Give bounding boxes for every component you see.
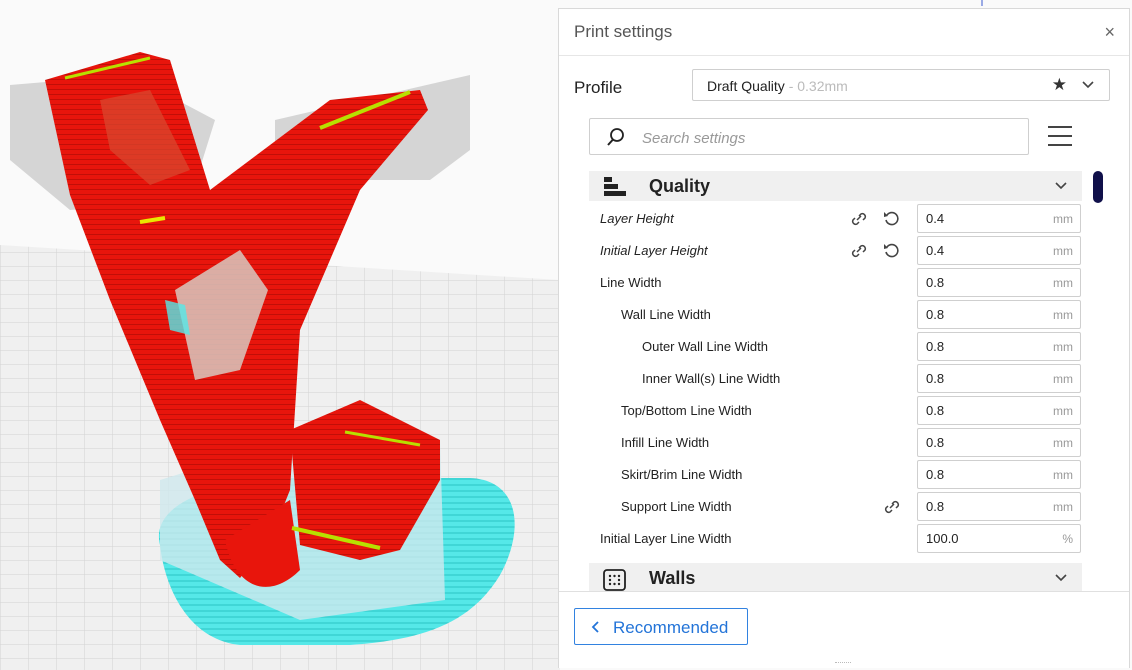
field-value: 0.8 bbox=[926, 499, 945, 514]
setting-row-initial-layer-height: Initial Layer Height 0.4 mm bbox=[589, 235, 1082, 267]
search-input[interactable] bbox=[640, 127, 1014, 149]
setting-label: Inner Wall(s) Line Width bbox=[642, 371, 781, 386]
setting-row-initial-layer-line-width: Initial Layer Line Width 100.0 % bbox=[589, 523, 1082, 555]
settings-scrollbar[interactable] bbox=[1093, 171, 1103, 203]
field-unit: mm bbox=[1053, 468, 1073, 482]
field-value: 0.8 bbox=[926, 339, 945, 354]
field-value: 0.8 bbox=[926, 467, 945, 482]
setting-row-infill-line-width: Infill Line Width 0.8 mm bbox=[589, 427, 1082, 459]
panel-header: Print settings × bbox=[559, 9, 1129, 56]
link-icon[interactable] bbox=[849, 243, 869, 259]
field-value: 0.8 bbox=[926, 307, 945, 322]
chevron-down-icon bbox=[1055, 182, 1067, 190]
field-unit: mm bbox=[1053, 276, 1073, 290]
settings-visibility-menu-icon[interactable] bbox=[1047, 125, 1073, 147]
setting-input[interactable]: 0.4 mm bbox=[917, 204, 1081, 233]
profile-name: Draft Quality bbox=[707, 78, 785, 94]
category-quality[interactable]: Quality bbox=[589, 171, 1082, 201]
field-unit: % bbox=[1062, 532, 1073, 546]
print-settings-panel: Print settings × Profile Draft Quality -… bbox=[558, 8, 1130, 668]
field-unit: mm bbox=[1053, 244, 1073, 258]
setting-label: Top/Bottom Line Width bbox=[621, 403, 752, 418]
field-value: 100.0 bbox=[926, 531, 959, 546]
field-value: 0.8 bbox=[926, 275, 945, 290]
setting-label: Outer Wall Line Width bbox=[642, 339, 768, 354]
field-unit: mm bbox=[1053, 436, 1073, 450]
category-walls[interactable]: Walls bbox=[589, 563, 1082, 591]
setting-label: Wall Line Width bbox=[621, 307, 711, 322]
setting-input[interactable]: 100.0 % bbox=[917, 524, 1081, 553]
setting-row-line-width: Line Width 0.8 mm bbox=[589, 267, 1082, 299]
setting-input[interactable]: 0.8 mm bbox=[917, 332, 1081, 361]
setting-input[interactable]: 0.8 mm bbox=[917, 268, 1081, 297]
setting-row-top-bottom-line-width: Top/Bottom Line Width 0.8 mm bbox=[589, 395, 1082, 427]
setting-row-inner-wall-line-width: Inner Wall(s) Line Width 0.8 mm bbox=[589, 363, 1082, 395]
field-value: 0.4 bbox=[926, 243, 945, 258]
quality-icon bbox=[604, 177, 626, 196]
search-box[interactable] bbox=[589, 118, 1029, 155]
settings-list[interactable]: Quality Layer Height 0.4 mm Initial Laye… bbox=[589, 171, 1083, 591]
field-unit: mm bbox=[1053, 212, 1073, 226]
star-icon[interactable]: ★ bbox=[1052, 75, 1067, 95]
setting-label: Support Line Width bbox=[621, 499, 732, 514]
setting-row-outer-wall-line-width: Outer Wall Line Width 0.8 mm bbox=[589, 331, 1082, 363]
setting-label: Infill Line Width bbox=[621, 435, 710, 450]
setting-label: Layer Height bbox=[600, 211, 674, 226]
recommended-label: Recommended bbox=[613, 618, 729, 637]
profile-variant: - 0.32mm bbox=[784, 78, 848, 94]
setting-label: Skirt/Brim Line Width bbox=[621, 467, 743, 482]
setting-input[interactable]: 0.8 mm bbox=[917, 396, 1081, 425]
field-value: 0.8 bbox=[926, 403, 945, 418]
field-unit: mm bbox=[1053, 500, 1073, 514]
category-label: Walls bbox=[649, 568, 696, 588]
field-unit: mm bbox=[1053, 308, 1073, 322]
profile-label: Profile bbox=[574, 78, 623, 97]
link-icon[interactable] bbox=[882, 499, 902, 515]
setting-row-wall-line-width: Wall Line Width 0.8 mm bbox=[589, 299, 1082, 331]
setting-input[interactable]: 0.4 mm bbox=[917, 236, 1081, 265]
resize-grip[interactable] bbox=[835, 662, 851, 666]
panel-title: Print settings bbox=[574, 22, 673, 41]
setting-input[interactable]: 0.8 mm bbox=[917, 364, 1081, 393]
setting-label: Line Width bbox=[600, 275, 662, 290]
setting-row-skirt-brim-line-width: Skirt/Brim Line Width 0.8 mm bbox=[589, 459, 1082, 491]
setting-label: Initial Layer Line Width bbox=[600, 531, 732, 546]
setting-input[interactable]: 0.8 mm bbox=[917, 492, 1081, 521]
setting-input[interactable]: 0.8 mm bbox=[917, 460, 1081, 489]
category-label: Quality bbox=[649, 176, 711, 196]
setting-row-support-line-width: Support Line Width 0.8 mm bbox=[589, 491, 1082, 523]
field-value: 0.4 bbox=[926, 211, 945, 226]
chevron-down-icon bbox=[1055, 574, 1067, 582]
profile-dropdown[interactable]: Draft Quality - 0.32mm ★ bbox=[692, 69, 1110, 101]
panel-footer: Recommended bbox=[559, 591, 1129, 668]
field-unit: mm bbox=[1053, 404, 1073, 418]
field-unit: mm bbox=[1053, 340, 1073, 354]
setting-label: Initial Layer Height bbox=[600, 243, 708, 258]
field-unit: mm bbox=[1053, 372, 1073, 386]
link-icon[interactable] bbox=[849, 211, 869, 227]
field-value: 0.8 bbox=[926, 435, 945, 450]
reset-icon[interactable] bbox=[883, 242, 901, 260]
reset-icon[interactable] bbox=[883, 210, 901, 228]
setting-input[interactable]: 0.8 mm bbox=[917, 428, 1081, 457]
walls-icon bbox=[603, 569, 626, 591]
search-icon bbox=[607, 128, 624, 146]
chevron-left-icon bbox=[591, 621, 599, 633]
recommended-button[interactable]: Recommended bbox=[574, 608, 748, 645]
setting-row-layer-height: Layer Height 0.4 mm bbox=[589, 203, 1082, 235]
close-button[interactable]: × bbox=[1104, 22, 1115, 43]
setting-input[interactable]: 0.8 mm bbox=[917, 300, 1081, 329]
chevron-down-icon[interactable] bbox=[1081, 77, 1095, 91]
field-value: 0.8 bbox=[926, 371, 945, 386]
